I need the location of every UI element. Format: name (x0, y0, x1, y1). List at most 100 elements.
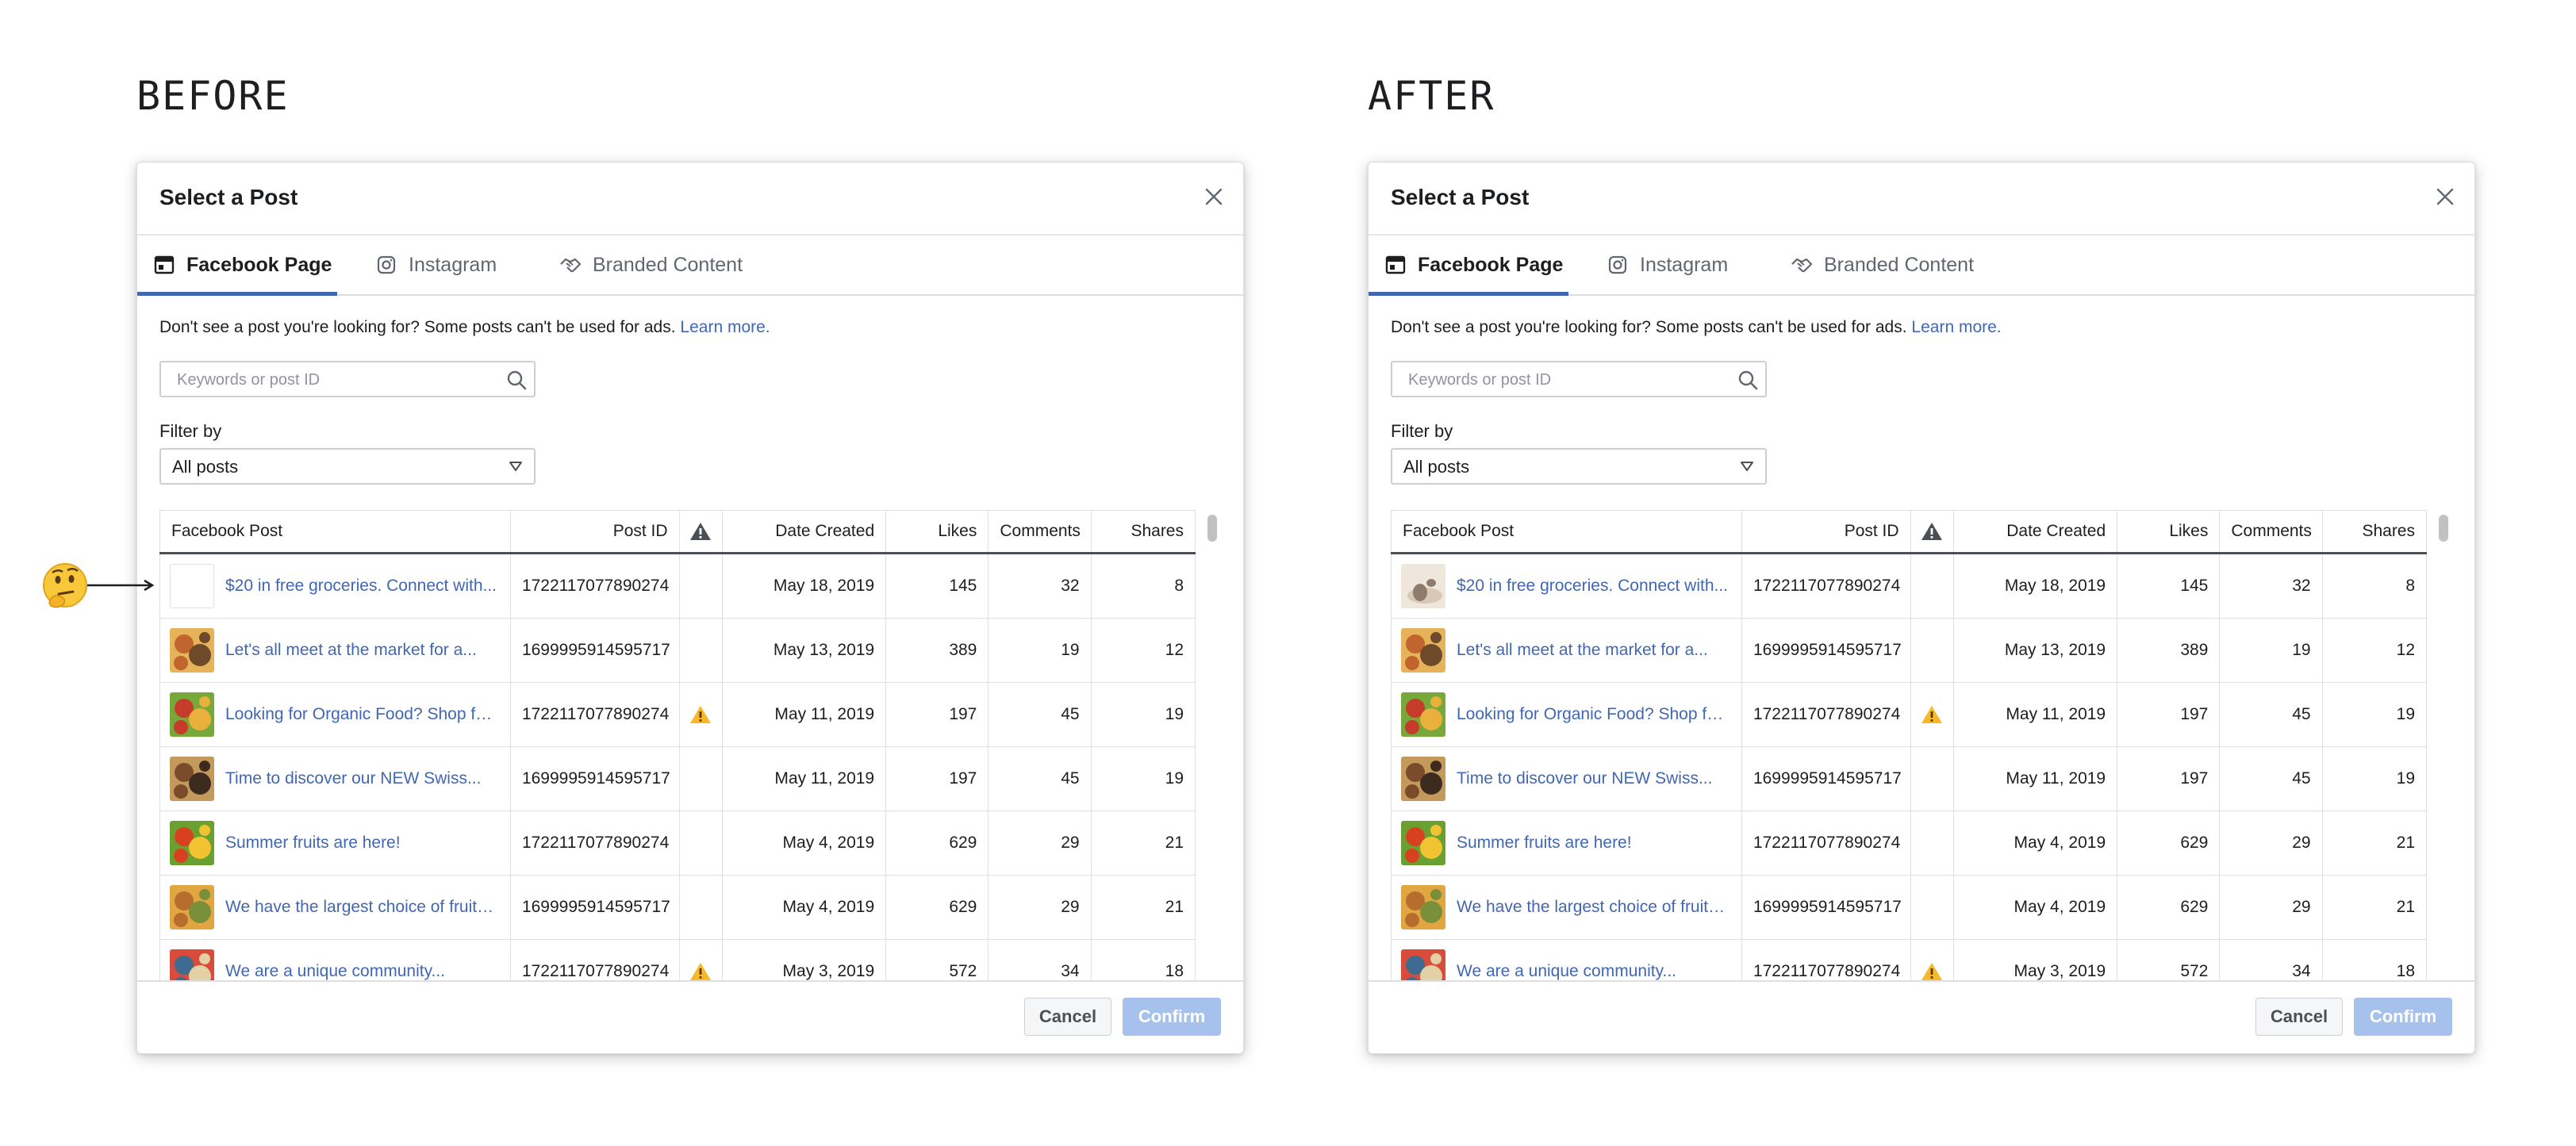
warning-cell (679, 618, 723, 683)
shares-cell: 21 (2322, 811, 2428, 876)
post-title-link[interactable]: Looking for Organic Food? Shop for... (1457, 705, 1730, 724)
table-row[interactable]: Summer fruits are here! 1722117077890274 M… (159, 811, 1196, 876)
table-row[interactable]: Summer fruits are here! 1722117077890274 M… (1391, 811, 2428, 876)
post-title-link[interactable]: Summer fruits are here! (225, 834, 401, 853)
warning-icon[interactable] (1921, 704, 1943, 725)
modal-header: Select a Post (137, 163, 1243, 236)
column-header-post-id[interactable]: Post ID (1741, 510, 1911, 554)
column-header-post[interactable]: Facebook Post (1391, 510, 1742, 554)
post-title-link[interactable]: Looking for Organic Food? Shop for... (225, 705, 499, 724)
posts-table-container[interactable]: Facebook Post Post ID Date Created Likes Com… (1391, 510, 2451, 980)
modal-header: Select a Post (1369, 163, 2474, 236)
search-field[interactable] (159, 361, 536, 397)
table-row[interactable]: We have the largest choice of fruits... 1… (1391, 875, 2428, 940)
post-thumbnail (1401, 692, 1445, 737)
table-row[interactable]: Time to discover our NEW Swiss... 1699995… (159, 746, 1196, 811)
table-row[interactable]: $20 in free groceries. Connect with... 17… (159, 553, 1196, 619)
tab-instagram[interactable]: Instagram (375, 236, 526, 294)
column-header-warning[interactable] (1910, 510, 1954, 554)
post-title-link[interactable]: Time to discover our NEW Swiss... (225, 769, 481, 788)
search-input[interactable] (1407, 369, 1727, 391)
post-title-link[interactable]: We have the largest choice of fruits... (225, 898, 499, 917)
table-scrollbar[interactable] (2436, 510, 2451, 980)
scrollbar-thumb[interactable] (2439, 515, 2448, 542)
table-row[interactable]: Let's all meet at the market for a... 169… (159, 618, 1196, 683)
posts-table-container[interactable]: Facebook Post Post ID Date Created Likes Com… (159, 510, 1219, 980)
column-header-comments[interactable]: Comments (2219, 510, 2323, 554)
post-cell: Let's all meet at the market for a... (1391, 618, 1742, 683)
learn-more-link[interactable]: Learn more. (1911, 318, 2001, 336)
confirm-button[interactable]: Confirm (2354, 998, 2452, 1036)
search-field[interactable] (1391, 361, 1767, 397)
table-row[interactable]: Time to discover our NEW Swiss... 1699995… (1391, 746, 2428, 811)
tab-facebook-page[interactable]: Facebook Page (137, 236, 337, 296)
table-row[interactable]: We have the largest choice of fruits... 1… (159, 875, 1196, 940)
table-row[interactable]: Let's all meet at the market for a... 169… (1391, 618, 2428, 683)
column-header-likes[interactable]: Likes (885, 510, 989, 554)
tab-handshake[interactable]: Branded Content (559, 236, 789, 294)
post-id-cell: 1722117077890274 (510, 553, 680, 619)
handshake-icon (559, 254, 582, 276)
posts-table: Facebook Post Post ID Date Created Likes Com… (159, 510, 1196, 980)
column-header-date[interactable]: Date Created (722, 510, 887, 554)
cancel-button[interactable]: Cancel (2255, 998, 2343, 1036)
table-row[interactable]: Looking for Organic Food? Shop for... 172… (159, 682, 1196, 747)
post-title-link[interactable]: $20 in free groceries. Connect with... (1457, 577, 1728, 596)
tab-handshake[interactable]: Branded Content (1791, 236, 2021, 294)
tab-bar: Facebook Page Instagram Branded Content (137, 236, 1243, 296)
tab-facebook-page[interactable]: Facebook Page (1369, 236, 1568, 296)
search-icon[interactable] (505, 369, 528, 391)
tab-instagram[interactable]: Instagram (1607, 236, 1757, 294)
post-title-link[interactable]: We are a unique community... (225, 962, 445, 980)
learn-more-link[interactable]: Learn more. (680, 318, 770, 336)
column-header-post-id[interactable]: Post ID (510, 510, 680, 554)
post-title-link[interactable]: Time to discover our NEW Swiss... (1457, 769, 1712, 788)
column-header-comments[interactable]: Comments (988, 510, 1092, 554)
date-cell: May 11, 2019 (1953, 746, 2118, 811)
post-title-link[interactable]: $20 in free groceries. Connect with... (225, 577, 497, 596)
warning-icon[interactable] (1921, 961, 1943, 980)
post-title-link[interactable]: Summer fruits are here! (1457, 834, 1632, 853)
post-title-link[interactable]: We have the largest choice of fruits... (1457, 898, 1730, 917)
filter-label: Filter by (1391, 421, 1453, 441)
column-header-post[interactable]: Facebook Post (159, 510, 511, 554)
table-row[interactable]: $20 in free groceries. Connect with... 17… (1391, 553, 2428, 619)
search-icon[interactable] (1737, 369, 1759, 391)
table-row[interactable]: Looking for Organic Food? Shop for... 172… (1391, 682, 2428, 747)
confirm-button[interactable]: Confirm (1123, 998, 1221, 1036)
scrollbar-thumb[interactable] (1207, 515, 1217, 542)
close-button[interactable] (1200, 183, 1227, 210)
post-title-link[interactable]: We are a unique community... (1457, 962, 1676, 980)
column-header-shares[interactable]: Shares (2322, 510, 2428, 554)
post-thumbnail (1401, 628, 1445, 673)
comments-cell: 29 (988, 811, 1092, 876)
warning-icon[interactable] (689, 961, 712, 980)
shares-cell: 8 (2322, 553, 2428, 619)
column-header-date[interactable]: Date Created (1953, 510, 2118, 554)
shares-cell: 12 (1091, 618, 1196, 683)
column-header-shares[interactable]: Shares (1091, 510, 1196, 554)
warning-cell (1910, 618, 1954, 683)
post-thumbnail (1401, 821, 1445, 865)
date-cell: May 4, 2019 (722, 811, 887, 876)
search-input[interactable] (175, 369, 496, 391)
warning-icon[interactable] (689, 704, 712, 725)
column-header-warning[interactable] (679, 510, 723, 554)
modal-title: Select a Post (159, 185, 298, 209)
cancel-button[interactable]: Cancel (1024, 998, 1111, 1036)
table-row[interactable]: We are a unique community... 172211707789… (159, 939, 1196, 980)
post-title-link[interactable]: Let's all meet at the market for a... (225, 641, 477, 660)
post-title-link[interactable]: Let's all meet at the market for a... (1457, 641, 1708, 660)
post-id-cell: 1722117077890274 (1741, 553, 1911, 619)
close-button[interactable] (2432, 183, 2459, 210)
table-row[interactable]: We are a unique community... 172211707789… (1391, 939, 2428, 980)
filter-select[interactable]: All posts (1391, 448, 1767, 485)
close-icon (2432, 188, 2459, 213)
comments-cell: 29 (988, 875, 1092, 940)
shares-cell: 12 (2322, 618, 2428, 683)
date-cell: May 11, 2019 (722, 746, 887, 811)
comments-cell: 19 (2219, 618, 2323, 683)
column-header-likes[interactable]: Likes (2117, 510, 2221, 554)
table-scrollbar[interactable] (1205, 510, 1219, 980)
filter-select[interactable]: All posts (159, 448, 536, 485)
